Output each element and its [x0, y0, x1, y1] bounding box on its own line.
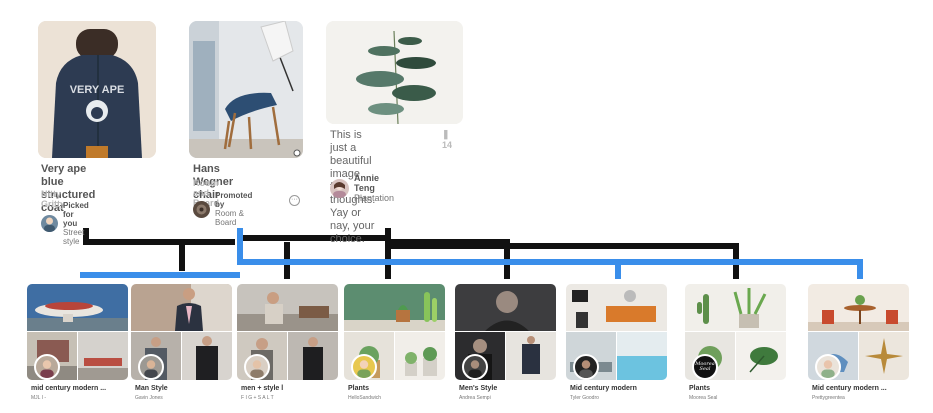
- board-thumbnail: [78, 332, 128, 380]
- board-owner-avatar[interactable]: [573, 354, 599, 380]
- board-name[interactable]: Plants: [348, 385, 458, 392]
- plant-leaves-icon: [326, 21, 463, 124]
- attribution-label: Promoted by: [215, 191, 253, 209]
- chair-photo[interactable]: [189, 21, 303, 158]
- board-thumbnail: [617, 332, 667, 380]
- pin-description-line: Yay or nay, your choice.: [330, 207, 375, 245]
- board-name[interactable]: Men's Style: [459, 385, 569, 392]
- interior-icon: [566, 284, 667, 331]
- person-icon: [144, 360, 158, 378]
- repin-count[interactable]: ❚ 14: [442, 129, 452, 150]
- repin-count-value: 14: [442, 140, 453, 150]
- attribution-detail[interactable]: Room & Board: [215, 209, 244, 227]
- modern-building-icon: [27, 284, 128, 331]
- interior-icon: [808, 284, 909, 331]
- board-owner[interactable]: Andrea Sempi: [459, 395, 569, 401]
- ellipsis-icon: ···: [291, 196, 298, 203]
- person-icon: [44, 217, 55, 232]
- board-owner[interactable]: F I G + S A L T: [241, 395, 351, 401]
- connector-dark-1: [83, 228, 185, 271]
- board-thumbnail: [859, 332, 909, 380]
- board-thumbnail: [395, 332, 445, 380]
- person-icon: [40, 360, 54, 378]
- pin-attribution[interactable]: Promoted by Room & Board: [193, 191, 252, 227]
- board-thumbnail: [182, 332, 232, 380]
- pin-icon: ❚: [442, 129, 450, 139]
- person-icon: [817, 356, 839, 378]
- board-owner[interactable]: Gavin Jones: [135, 395, 245, 401]
- board-owner-avatar[interactable]: Moorea Seal: [692, 354, 718, 380]
- board-cover-image: [344, 284, 445, 331]
- dark-connectors: [83, 228, 739, 279]
- attribution-label: Picked for you: [63, 201, 89, 228]
- plant-photo[interactable]: [326, 21, 463, 124]
- board-cover-image: [685, 284, 786, 331]
- board-owner[interactable]: Moorea Seal: [689, 395, 799, 401]
- menswear-icon: [182, 332, 232, 380]
- menswear-icon: [288, 332, 338, 380]
- board-thumbnail: [506, 332, 556, 380]
- pinner-name[interactable]: Annie Teng: [354, 173, 394, 193]
- starburst-icon: [859, 332, 909, 380]
- board-owner[interactable]: Tyler Goodro: [570, 395, 680, 401]
- interior-icon: [78, 332, 128, 380]
- connector-blue-3: [240, 259, 863, 279]
- cactus-icon: [685, 284, 786, 331]
- board-cover-image: [808, 284, 909, 331]
- brand-logo-icon: [196, 204, 207, 214]
- board-cover-image: [237, 284, 338, 331]
- pin-title-line[interactable]: Very ape blue: [41, 163, 86, 188]
- board-name[interactable]: Plants: [689, 385, 799, 392]
- board-thumbnail: [736, 332, 786, 380]
- pinner-board[interactable]: Plantation: [354, 193, 394, 203]
- menswear-icon: [131, 284, 232, 331]
- pool-icon: [617, 332, 667, 380]
- pin-description-line: This is just a beautiful: [330, 129, 372, 167]
- portrait-icon: [455, 284, 556, 331]
- attribution-detail[interactable]: Street style: [63, 228, 84, 246]
- succulent-icon: [395, 332, 445, 380]
- board-owner-avatar[interactable]: [244, 354, 270, 380]
- board-cover-image: [566, 284, 667, 331]
- board-name[interactable]: Mid century modern: [570, 385, 680, 392]
- board-name[interactable]: men + style l: [241, 385, 351, 392]
- board-name[interactable]: Man Style: [135, 385, 245, 392]
- board-thumbnail: [288, 332, 338, 380]
- board-name[interactable]: mid century modern ...: [31, 385, 141, 392]
- board-owner-avatar[interactable]: [34, 354, 60, 380]
- pin-attribution[interactable]: Annie Teng Plantation: [330, 173, 394, 203]
- board-owner-avatar[interactable]: [351, 354, 377, 380]
- avatar[interactable]: [41, 215, 58, 232]
- board-cover-image: [27, 284, 128, 331]
- board-owner[interactable]: Prettygreentea: [812, 395, 922, 401]
- person-icon: [333, 181, 346, 198]
- more-options-button[interactable]: ···: [289, 195, 300, 206]
- board-cover-image: [131, 284, 232, 331]
- board-owner[interactable]: HelloSandwich: [348, 395, 458, 401]
- pin-attribution[interactable]: Picked for you Street style: [41, 201, 89, 246]
- coat-photo[interactable]: VERY APE: [38, 21, 156, 158]
- jacket-icon: VERY APE: [38, 21, 156, 158]
- avatar[interactable]: [330, 178, 349, 198]
- menswear-icon: [506, 332, 556, 380]
- cactus-icon: [344, 284, 445, 331]
- board-cover-image: [455, 284, 556, 331]
- chair-icon: [189, 21, 303, 158]
- board-name[interactable]: Mid century modern ...: [812, 385, 922, 392]
- menswear-icon: [237, 284, 338, 331]
- board-owner-avatar[interactable]: [462, 354, 488, 380]
- board-owner-avatar[interactable]: [815, 354, 841, 380]
- avatar-logo-text: Moorea Seal: [695, 361, 715, 372]
- person-icon: [468, 360, 482, 378]
- person-icon: [357, 360, 371, 378]
- svg-text:VERY APE: VERY APE: [70, 84, 125, 96]
- leaf-icon: [736, 332, 786, 380]
- blue-connectors: [80, 228, 863, 279]
- person-icon: [250, 360, 264, 378]
- board-owner[interactable]: MJL I -: [31, 395, 141, 401]
- avatar[interactable]: [193, 200, 210, 218]
- person-icon: [579, 360, 593, 378]
- board-owner-avatar[interactable]: [138, 354, 164, 380]
